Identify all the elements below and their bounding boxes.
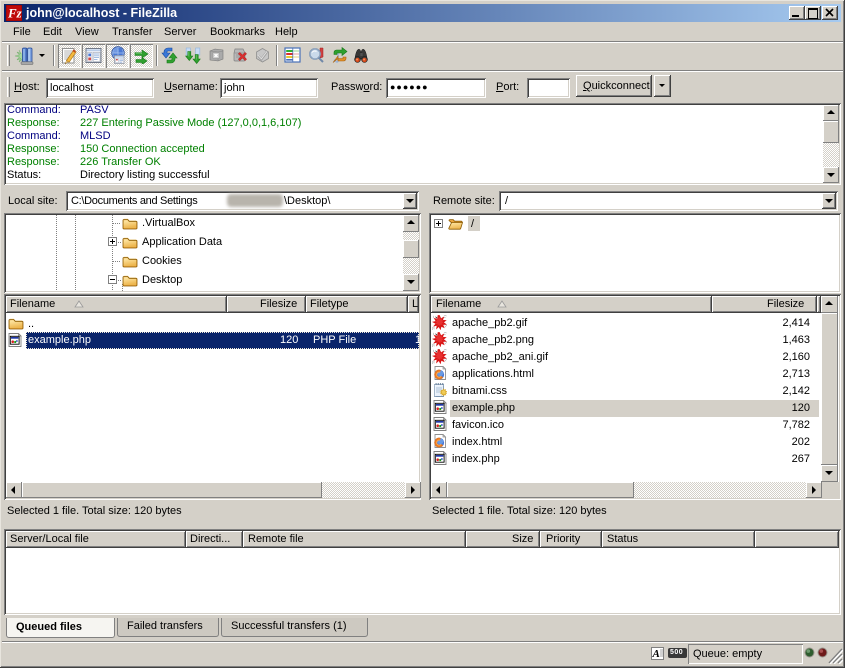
svg-text:Fz: Fz bbox=[7, 6, 22, 21]
svg-text:A: A bbox=[652, 648, 660, 660]
